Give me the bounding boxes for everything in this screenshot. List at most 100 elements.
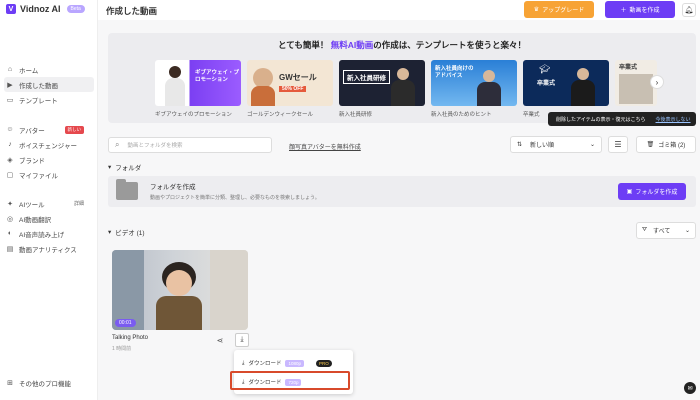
nav-ai-tools: ✦ AIツール 詳細 ◎ AI動画翻訳 ◐ AI音声読み上げ ▤ 動画アナリティ… (0, 196, 98, 256)
more-pro-features[interactable]: ⊞ その他のプロ機能 (6, 378, 71, 388)
avatar-icon: ☺ (6, 126, 14, 133)
template-label: 新入社員研修 (339, 112, 373, 118)
grid-icon: ⊞ (7, 380, 13, 387)
plan-badge: Beta (66, 5, 85, 13)
template-card[interactable]: GWセール 50% OFF ゴールデンウィークセール (247, 60, 333, 118)
template-card[interactable]: 新入社員研修 新入社員研修 (339, 60, 425, 118)
template-card[interactable]: ギブアウェイ・プロモーション ギブアウェイのプロモーション (155, 60, 241, 118)
sidebar-item-label: AI動画翻訳 (19, 216, 52, 224)
template-thumb-text: 新入社員研修 (343, 70, 390, 84)
template-card[interactable]: 新入社員向けのアドバイス 新入社員のためのヒント (431, 60, 517, 118)
caret-down-icon: ▾ (108, 164, 112, 171)
sidebar-item-ai-tools[interactable]: ✦ AIツール 詳細 (0, 196, 98, 211)
folder-section-toggle[interactable]: ▾ フォルダ (108, 162, 141, 172)
search-input[interactable]: ⌕ 動画とフォルダを検索 (108, 137, 272, 153)
video-thumbnail[interactable]: 00:01 (112, 250, 248, 330)
upgrade-label: アップグレード (542, 8, 585, 14)
sidebar-item-my-files[interactable]: ▢ マイファイル (0, 167, 98, 182)
sort-label: 新しい順 (530, 143, 555, 149)
page-title: 作成した動画 (106, 6, 158, 16)
create-folder-label: フォルダを作成 (635, 190, 678, 196)
logo[interactable]: V Vidnoz AI Beta (6, 4, 85, 14)
share-icon[interactable]: ⋖ (213, 333, 227, 347)
template-thumb-text: 新入社員向けのアドバイス (435, 66, 474, 79)
template-thumbnail: 🎓︎ 卒業式 (523, 60, 609, 106)
sidebar-item-label: マイファイル (19, 172, 58, 180)
sidebar-item-analytics[interactable]: ▤ 動画アナリティクス (0, 241, 98, 256)
details-link[interactable]: 詳細 (74, 200, 84, 207)
sidebar-item-voice-changer[interactable]: ♪ ボイスチェンジャー (0, 137, 98, 152)
vidnoz-logo-icon: V (6, 4, 16, 14)
highlight-box (230, 371, 350, 390)
nav-assets: ☺ アバター 新しい ♪ ボイスチェンジャー ◈ ブランド ▢ マイファイル (0, 122, 98, 182)
sidebar-item-ai-translate[interactable]: ◎ AI動画翻訳 (0, 211, 98, 226)
trash-tooltip: 削除したアイテムの表示・復元はこちら 今後表示しない (548, 112, 696, 126)
analytics-icon: ▤ (6, 245, 14, 253)
video-section-label: ビデオ (1) (115, 230, 145, 237)
video-title: Talking Photo (112, 335, 149, 341)
filter-label: すべて (653, 229, 671, 235)
banner-title-post: の作成は、テンプレートを使うと楽々！ (373, 40, 526, 50)
speech-icon: ◐ (7, 230, 13, 237)
chat-icon[interactable]: ✉ (684, 382, 696, 394)
download-label: ダウンロード (248, 361, 282, 367)
nav-main: ⌂ ホーム ▶ 作成した動画 ▭ テンプレート (0, 62, 98, 107)
template-thumb-text: GWセール (279, 73, 317, 82)
template-thumb-text: 卒業式 (537, 81, 556, 87)
upgrade-button[interactable]: ♛ アップグレード (524, 1, 594, 18)
template-thumb-text: 卒業式 (619, 65, 638, 71)
template-card[interactable]: 🎓︎ 卒業式 卒業式 (523, 60, 609, 118)
sidebar-item-brand[interactable]: ◈ ブランド (0, 152, 98, 167)
trash-button[interactable]: 🗑︎ ゴミ箱 (2) (636, 136, 696, 153)
photo-avatar-link[interactable]: 顔写真アバターを無料作成 (289, 142, 361, 151)
brand-name: Vidnoz AI (20, 4, 61, 14)
caret-down-icon: ▾ (108, 229, 112, 236)
tooltip-text: 削除したアイテムの表示・復元はこちら (556, 116, 646, 123)
folder-icon: ▢ (6, 171, 14, 179)
template-thumbnail: 新入社員向けのアドバイス (431, 60, 517, 106)
search-placeholder: 動画とフォルダを検索 (127, 143, 183, 149)
bell-icon[interactable]: 🔔︎ (682, 3, 696, 17)
chevron-down-icon: ⌄ (684, 228, 690, 234)
folder-plus-icon: ▣ (626, 189, 633, 195)
home-icon: ⌂ (7, 66, 13, 73)
pro-badge: PRO (315, 359, 332, 367)
folder-create-desc: 動画やプロジェクトを簡単に分類、整理し、必要なものを検索しましょう。 (150, 195, 320, 201)
sidebar-item-label: 作成した動画 (19, 82, 58, 90)
sidebar-item-ai-tts[interactable]: ◐ AI音声読み上げ (0, 226, 98, 241)
template-thumb-text: ギブアウェイ・プロモーション (195, 70, 240, 83)
folder-section-label: フォルダ (115, 165, 142, 172)
sort-icon: ⇅ (517, 142, 523, 148)
list-view-icon[interactable]: ☰ (608, 136, 628, 153)
trash-icon: 🗑︎ (646, 142, 655, 148)
banner-title: とても簡単！ 無料AI動画の作成は、テンプレートを使うと楽々！ (108, 39, 696, 51)
sidebar-item-avatar[interactable]: ☺ アバター 新しい (0, 122, 98, 137)
main-content: 作成した動画 ♛ アップグレード ＋ 動画を作成 🔔︎ とても簡単！ 無料AI動… (98, 0, 700, 400)
download-1080p-item[interactable]: ⤓ ダウンロード 1080p PRO (234, 354, 353, 372)
chevron-right-icon[interactable]: › (650, 75, 664, 89)
create-video-label: 動画を作成 (629, 8, 660, 14)
download-icon[interactable]: ⤓ (235, 333, 249, 347)
top-bar: 作成した動画 ♛ アップグレード ＋ 動画を作成 🔔︎ (98, 0, 700, 20)
sidebar-item-home[interactable]: ⌂ ホーム (0, 62, 98, 77)
video-duration: 00:01 (115, 319, 136, 327)
download-icon: ⤓ (242, 359, 245, 366)
voice-icon: ♪ (8, 141, 12, 148)
sidebar-item-label: テンプレート (19, 97, 58, 105)
template-label: ゴールデンウィークセール (247, 112, 314, 118)
plus-icon: ＋ (620, 8, 627, 14)
sidebar-item-templates[interactable]: ▭ テンプレート (0, 92, 98, 107)
sort-dropdown[interactable]: ⇅ 新しい順 ⌄ (510, 136, 602, 153)
sidebar-item-label: AI音声読み上げ (19, 231, 65, 239)
template-label: ギブアウェイのプロモーション (155, 112, 232, 118)
banner-title-pre: とても簡単！ (278, 40, 329, 50)
create-video-button[interactable]: ＋ 動画を作成 (605, 1, 675, 18)
create-folder-button[interactable]: ▣ フォルダを作成 (618, 183, 686, 200)
dont-show-again-link[interactable]: 今後表示しない (656, 116, 691, 123)
quality-tag: 1080p (285, 359, 304, 367)
filter-dropdown[interactable]: ⛛ すべて ⌄ (636, 222, 696, 239)
sidebar-item-created-videos[interactable]: ▶ 作成した動画 (4, 77, 94, 92)
video-section-toggle[interactable]: ▾ ビデオ (1) (108, 227, 145, 237)
crown-icon: ♛ (533, 7, 540, 13)
folder-icon (116, 179, 138, 200)
